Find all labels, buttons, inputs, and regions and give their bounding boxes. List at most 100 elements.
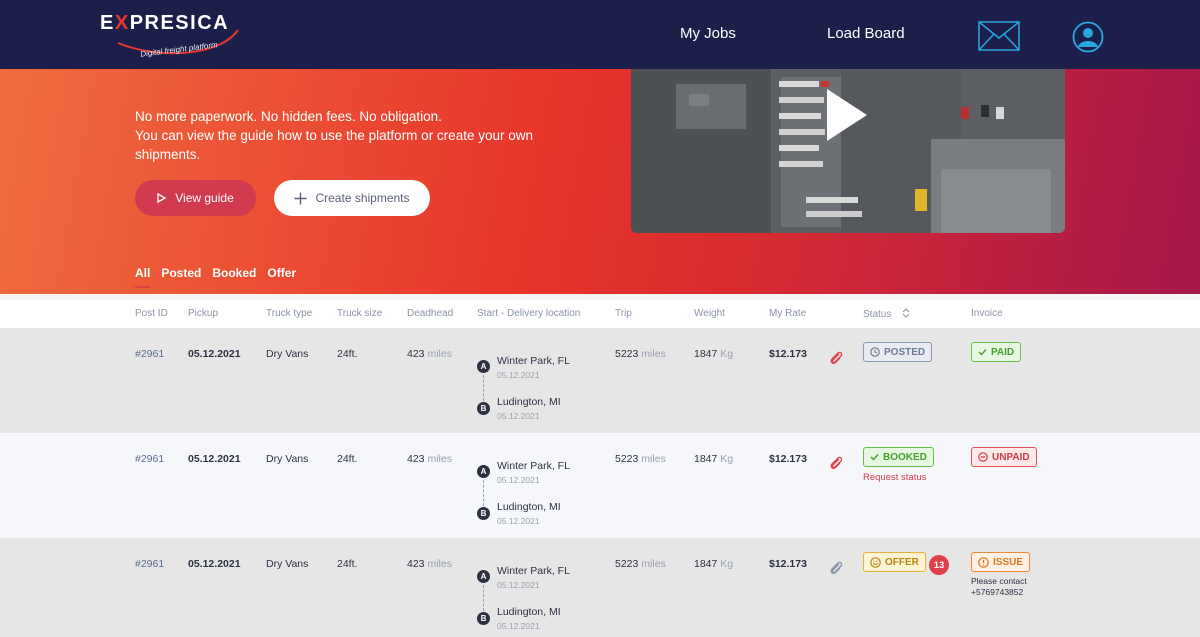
rate: $12.173 [769,558,807,570]
brand-logo[interactable]: EXPRESICA Digital freight platform [100,12,250,62]
table-row[interactable]: #2961 05.12.2021 Dry Vans 24ft. 423 mile… [0,328,1200,433]
weight-value: 1847 [694,453,718,465]
col-truck-type[interactable]: Truck type [266,308,312,319]
route-connector [483,375,484,401]
offer-count-badge[interactable]: 13 [929,555,949,575]
trip-unit: miles [641,348,666,360]
clock-icon [870,347,880,357]
col-invoice[interactable]: Invoice [971,308,1003,319]
status-badge[interactable]: OFFER [863,552,926,572]
pickup-date: 05.12.2021 [188,558,241,570]
status-badge[interactable]: BOOKED [863,447,934,467]
smile-icon [870,556,881,568]
post-id-link[interactable]: #2961 [135,558,164,570]
col-deadhead[interactable]: Deadhead [407,308,453,319]
end-date: 05.12.2021 [497,621,540,631]
status-label: BOOKED [883,451,927,463]
user-icon[interactable] [1072,21,1104,53]
nav-my-jobs[interactable]: My Jobs [680,25,736,42]
guide-video-player[interactable] [631,69,1065,233]
start-date: 05.12.2021 [497,580,540,590]
trip-unit: miles [641,558,666,570]
hero-line-1: No more paperwork. No hidden fees. No ob… [135,109,442,124]
deadhead: 423 miles [407,348,452,360]
end-city: Ludington, MI [497,501,561,513]
table-row[interactable]: #2961 05.12.2021 Dry Vans 24ft. 423 mile… [0,433,1200,538]
col-post-id[interactable]: Post ID [135,308,168,319]
col-status-label: Status [863,309,892,320]
pin-b-icon: B [477,402,490,415]
pickup-date: 05.12.2021 [188,348,241,360]
post-id-link[interactable]: #2961 [135,348,164,360]
post-id-link[interactable]: #2961 [135,453,164,465]
trip-value: 5223 [615,558,639,570]
weight-unit: Kg [720,558,734,570]
create-shipments-label: Create shipments [315,191,410,205]
start-date: 05.12.2021 [497,370,540,380]
sort-icon[interactable] [902,308,910,318]
check-icon [978,349,987,356]
pickup-date: 05.12.2021 [188,453,241,465]
tab-offer[interactable]: Offer [267,266,296,288]
request-status-link[interactable]: Request status [863,472,926,483]
hero-description: No more paperwork. No hidden fees. No ob… [135,107,575,164]
truck-size: 24ft. [337,558,358,570]
route: A B Winter Park, FL 05.12.2021 Ludington… [477,348,597,428]
brand-name: EXPRESICA [100,12,230,34]
deadhead: 423 miles [407,558,452,570]
pin-a-icon: A [477,360,490,373]
col-truck-size[interactable]: Truck size [337,308,382,319]
col-rate[interactable]: My Rate [769,308,806,319]
pin-a-icon: A [477,465,490,478]
tab-all[interactable]: All [135,266,151,288]
weight-value: 1847 [694,558,718,570]
invoice-label: ISSUE [993,556,1024,568]
col-pickup[interactable]: Pickup [188,308,218,319]
hero-line-2: You can view the guide how to use the pl… [135,128,533,162]
create-shipments-button[interactable]: Create shipments [274,180,430,216]
truck-type: Dry Vans [266,558,309,570]
col-location[interactable]: Start - Delivery location [477,308,580,319]
route-connector [483,480,484,506]
view-guide-label: View guide [175,191,234,205]
trip-unit: miles [641,453,666,465]
start-city: Winter Park, FL [497,460,570,472]
envelope-icon[interactable] [978,21,1020,51]
minus-circle-icon [978,452,988,462]
view-guide-button[interactable]: View guide [135,180,256,216]
table-row[interactable]: #2961 05.12.2021 Dry Vans 24ft. 423 mile… [0,538,1200,637]
col-trip[interactable]: Trip [615,308,632,319]
end-date: 05.12.2021 [497,411,540,421]
weight-unit: Kg [720,348,734,360]
weight: 1847 Kg [694,348,733,360]
pin-a-icon: A [477,570,490,583]
invoice-badge[interactable]: PAID [971,342,1022,362]
trip: 5223 miles [615,348,666,360]
start-city: Winter Park, FL [497,355,570,367]
trip-value: 5223 [615,348,639,360]
tab-posted[interactable]: Posted [161,266,201,288]
invoice-badge[interactable]: ISSUE [971,552,1031,572]
check-icon [870,454,879,461]
status-badge[interactable]: POSTED [863,342,933,362]
route: A B Winter Park, FL 05.12.2021 Ludington… [477,453,597,533]
nav-load-board[interactable]: Load Board [827,25,905,42]
paperclip-icon[interactable] [828,560,844,576]
status-label: OFFER [885,556,919,568]
end-city: Ludington, MI [497,606,561,618]
status-tabs: All Posted Booked Offer [135,266,296,288]
invoice-badge[interactable]: UNPAID [971,447,1037,467]
deadhead-value: 423 [407,453,425,465]
paperclip-icon[interactable] [828,350,844,366]
invoice-label: PAID [991,346,1015,358]
col-weight[interactable]: Weight [694,308,725,319]
paperclip-icon[interactable] [828,455,844,471]
trip: 5223 miles [615,558,666,570]
weight-value: 1847 [694,348,718,360]
col-status[interactable]: Status [863,308,910,320]
deadhead-value: 423 [407,348,425,360]
tab-booked[interactable]: Booked [212,266,256,288]
truck-size: 24ft. [337,348,358,360]
invoice-note: Please contact +5769743852 [971,576,1027,597]
route: A B Winter Park, FL 05.12.2021 Ludington… [477,558,597,637]
